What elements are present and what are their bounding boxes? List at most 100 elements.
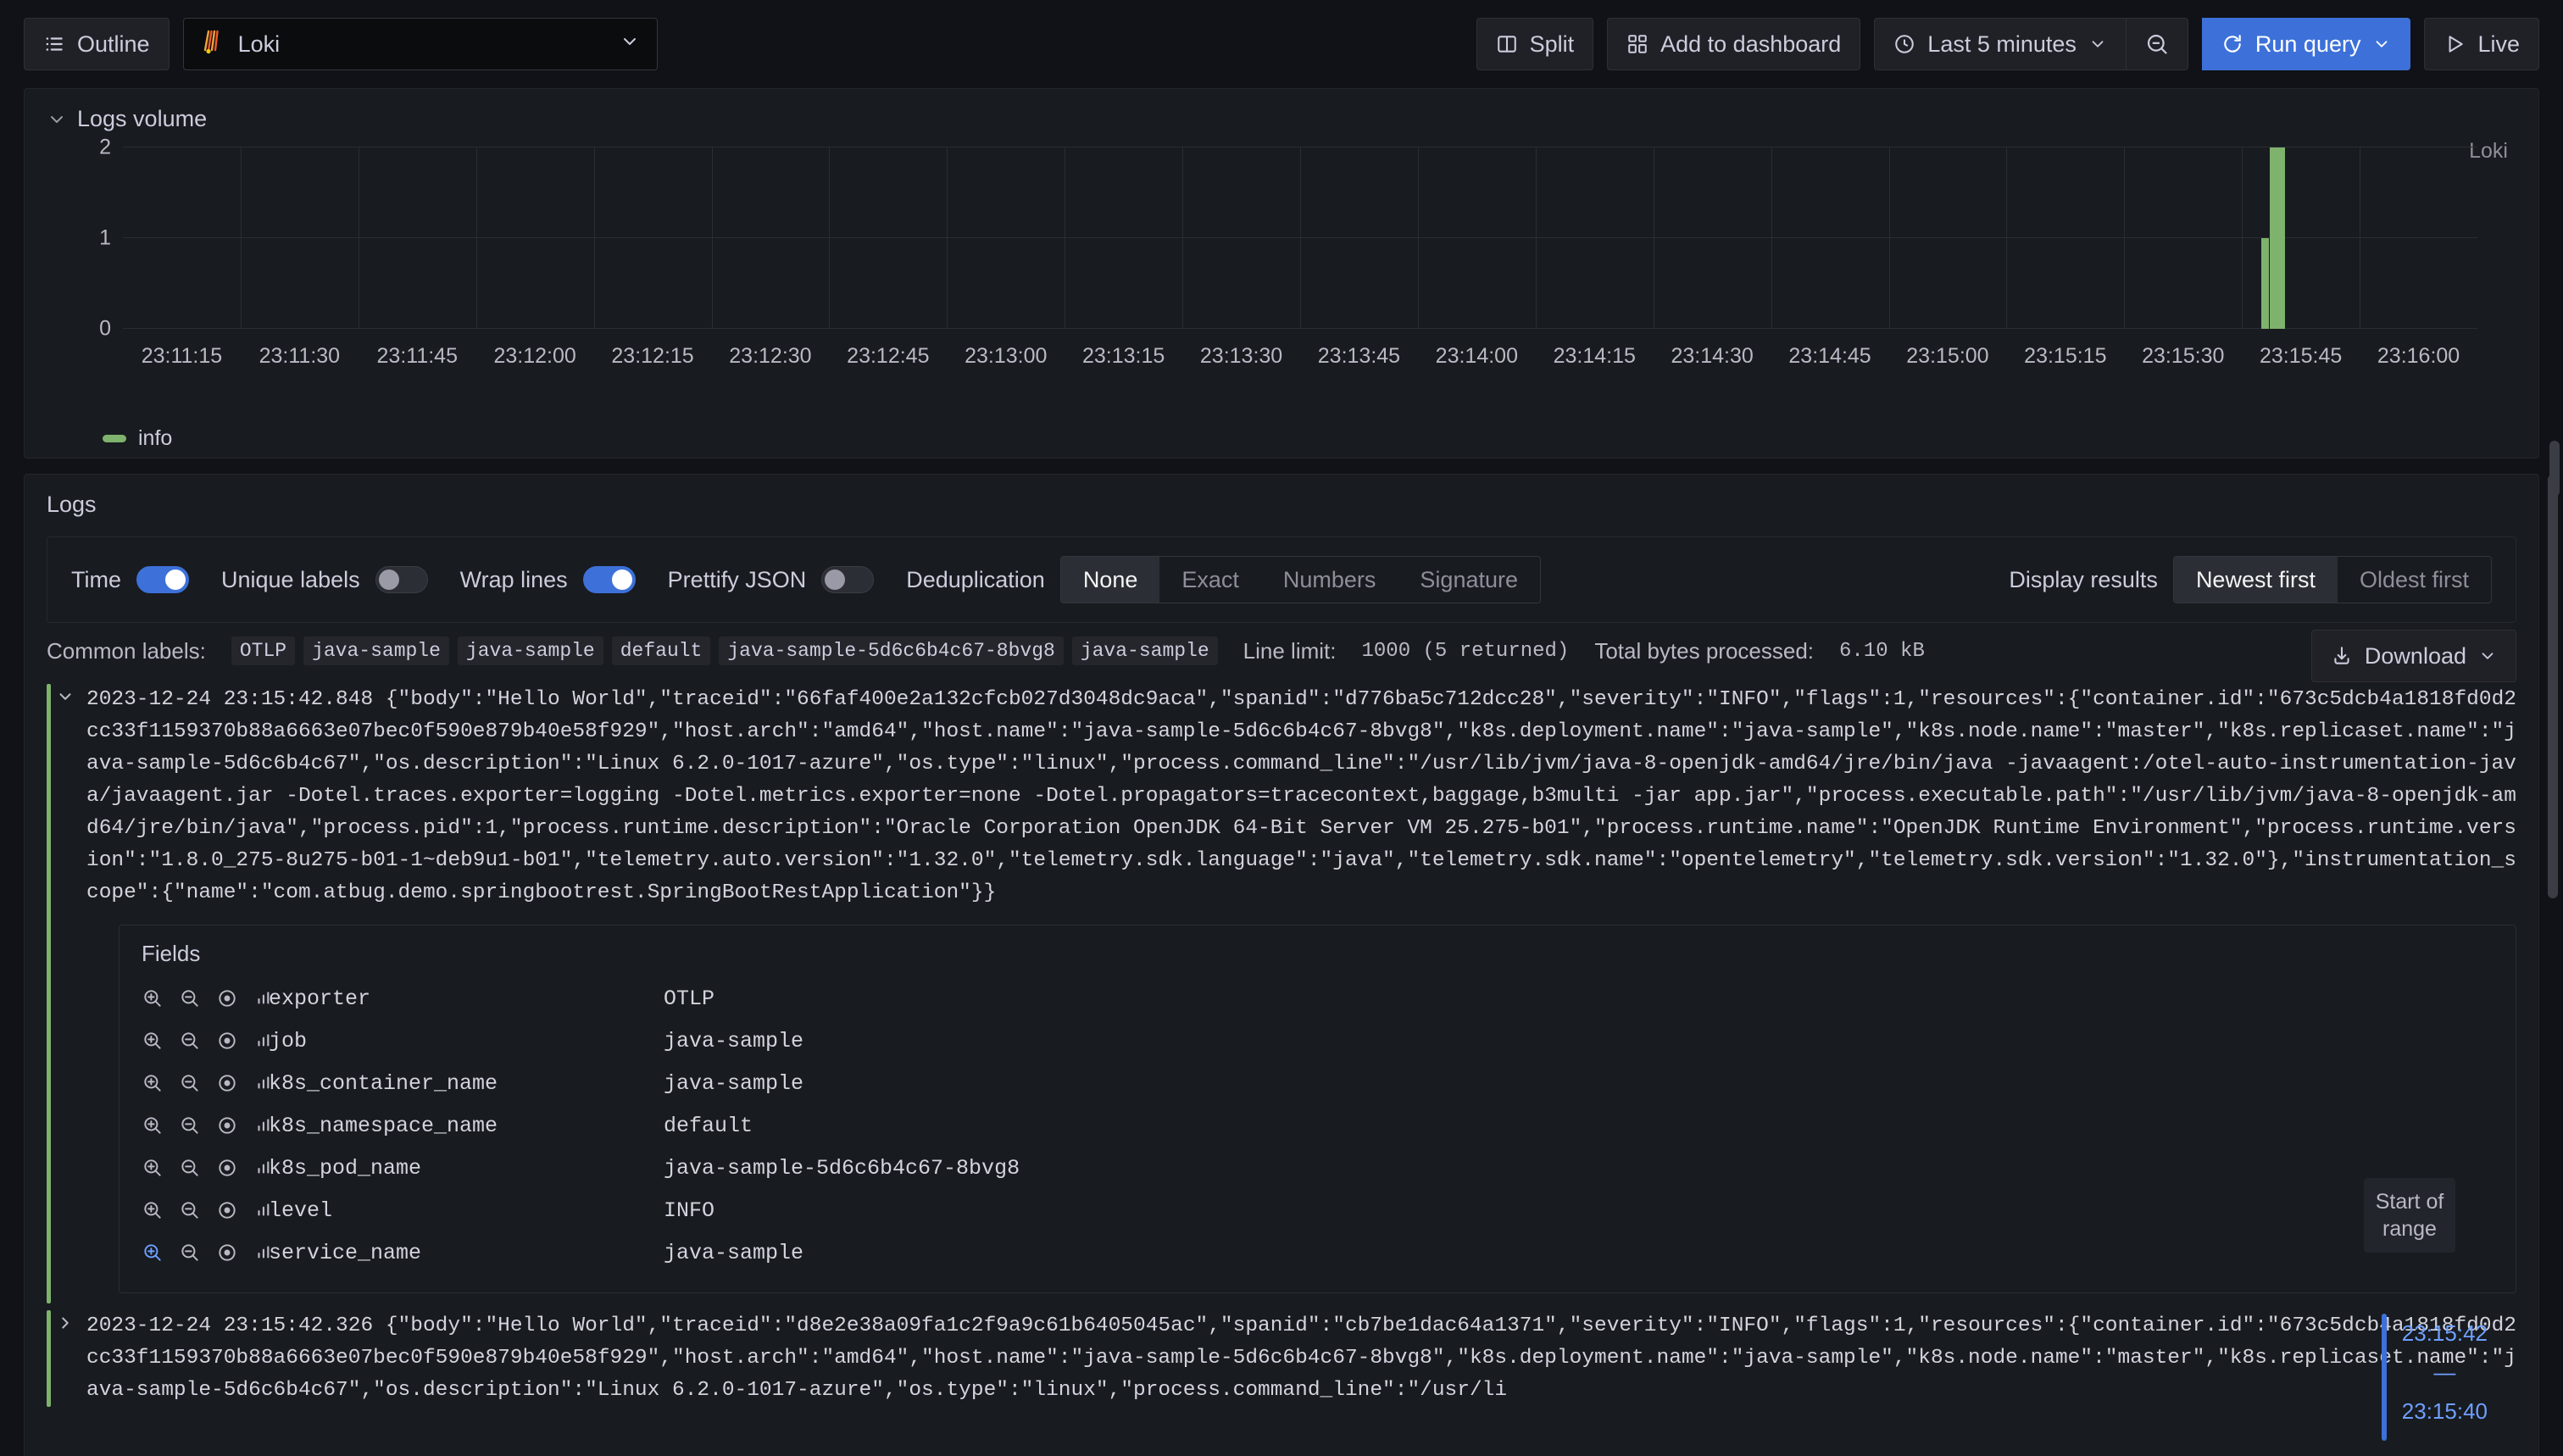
eye-toggle-icon[interactable] [216,1072,238,1094]
download-button[interactable]: Download [2310,630,2516,682]
wrap-lines-toggle[interactable] [582,566,636,593]
time-toggle[interactable] [136,566,189,593]
display-results-group: Display results Newest first Oldest first [2009,556,2492,603]
deduplication-radio-group[interactable]: None Exact Numbers Signature [1059,556,1542,603]
split-button[interactable]: Split [1476,18,1594,70]
field-row: service_name java-sample [142,1231,2494,1274]
logs-controls: Time Unique labels Wrap lines Prettify J… [47,536,2516,623]
common-label-chip[interactable]: OTLP [231,636,296,665]
prettify-json-toggle[interactable] [821,566,875,593]
common-label-chip[interactable]: java-sample-5d6c6b4c67-8bvg8 [719,636,1064,665]
order-option-oldest-first[interactable]: Oldest first [2338,557,2491,603]
filter-out-value-icon[interactable] [179,1072,201,1094]
eye-toggle-icon[interactable] [216,1157,238,1179]
field-value: java-sample [664,1240,804,1265]
unique-labels-toggle[interactable] [375,566,428,593]
log-row[interactable]: 2023-12-24 23:15:42.848 {"body":"Hello W… [47,677,2516,1303]
common-label-chip[interactable]: default [611,636,711,665]
datasource-picker[interactable]: Loki [182,18,658,70]
toggle-knob [825,570,846,590]
filter-for-value-icon[interactable] [142,1242,164,1264]
logs-volume-title: Logs volume [77,106,208,131]
filter-for-value-icon[interactable] [142,1157,164,1179]
field-row: level INFO [142,1189,2494,1231]
filter-out-value-icon[interactable] [179,1030,201,1052]
display-results-radio-group[interactable]: Newest first Oldest first [2172,556,2492,603]
filter-out-value-icon[interactable] [179,1114,201,1136]
common-label-chip[interactable]: java-sample [303,636,449,665]
log-expand-caret[interactable] [51,1310,80,1407]
dedup-option-numbers[interactable]: Numbers [1261,557,1398,603]
eye-toggle-icon[interactable] [216,1242,238,1264]
chart-gridline-vertical [1535,147,1537,329]
log-rows-container: 2023-12-24 23:15:42.848 {"body":"Hello W… [25,677,2538,1424]
field-value: INFO [664,1198,715,1223]
dedup-option-none[interactable]: None [1060,557,1160,603]
dedup-option-signature[interactable]: Signature [1398,557,1540,603]
filter-for-value-icon[interactable] [142,1030,164,1052]
outline-button[interactable]: Outline [24,18,170,70]
eye-toggle-icon[interactable] [216,987,238,1009]
field-action-icons [142,1199,270,1221]
refresh-icon [2221,33,2243,55]
chart-x-tick-label: 23:11:15 [141,344,223,368]
dedup-option-exact[interactable]: Exact [1159,557,1261,603]
chart-x-tick-label: 23:15:45 [2259,344,2343,368]
line-limit-label: Line limit: [1243,637,1337,664]
chevron-down-icon[interactable] [47,109,67,130]
chart-x-tick-label: 23:14:45 [1788,344,1871,368]
time-range-picker[interactable]: Last 5 minutes [1874,18,2126,70]
filter-out-value-icon[interactable] [179,1157,201,1179]
filter-out-value-icon[interactable] [179,987,201,1009]
log-row[interactable]: 2023-12-24 23:15:42.326 {"body":"Hello W… [47,1303,2516,1407]
eye-toggle-icon[interactable] [216,1030,238,1052]
log-line-content[interactable]: 2023-12-24 23:15:42.326 {"body":"Hello W… [80,1310,2516,1407]
chart-gridline-vertical [475,147,477,329]
order-option-newest-first[interactable]: Newest first [2173,557,2338,603]
filter-for-value-icon[interactable] [142,1199,164,1221]
outline-button-label: Outline [77,31,150,57]
legend-swatch-info [103,435,126,442]
log-line-content[interactable]: 2023-12-24 23:15:42.848 {"body":"Hello W… [80,684,2516,909]
filter-out-value-icon[interactable] [179,1242,201,1264]
log-collapse-caret[interactable] [51,684,80,1303]
zoom-out-time-button[interactable] [2125,18,2188,70]
chevron-down-icon [620,31,640,58]
filter-for-value-icon[interactable] [142,987,164,1009]
field-action-icons [142,1242,270,1264]
chart-plot-area[interactable]: 0 1 2 23:11:15 23:11:30 23:11:45 23:12:00 23:12… [99,136,2477,368]
field-action-icons [142,1072,270,1094]
logs-panel: Logs Time Unique labels Wrap lines Prett… [24,474,2539,1456]
filter-for-value-icon[interactable] [142,1072,164,1094]
logs-volume-header[interactable]: Logs volume [25,89,2538,136]
chart-legend[interactable]: info [103,426,172,451]
wrap-lines-toggle-group: Wrap lines [460,566,636,593]
chevron-down-icon [2478,647,2497,665]
split-icon [1496,33,1518,55]
common-labels-chips: OTLP java-sample java-sample default java-sa… [231,636,1218,665]
field-key: exporter [269,986,371,1011]
grafana-explore-page: Outline Loki Split Add to dashboard Last… [0,0,2563,1456]
eye-toggle-icon[interactable] [216,1199,238,1221]
chart-bar[interactable] [2277,147,2285,329]
eye-toggle-icon[interactable] [216,1114,238,1136]
filter-for-value-icon[interactable] [142,1114,164,1136]
run-query-button[interactable]: Run query [2201,18,2411,70]
common-label-chip[interactable]: java-sample [457,636,603,665]
chart-bar[interactable] [2269,147,2277,329]
chart-x-tick-label: 23:11:45 [376,344,458,368]
range-start-time: 23:15:42 [2401,1320,2488,1346]
scrollbar-track[interactable] [2546,475,2560,1449]
live-tail-button[interactable]: Live [2424,18,2539,70]
logs-volume-chart[interactable]: Loki 0 1 2 23:11:15 23:11:30 23:11:45 23:12:00… [25,136,2538,458]
scrollbar-thumb[interactable] [2548,475,2558,898]
chart-bar[interactable] [2261,238,2270,329]
logs-volume-panel: Logs volume Loki 0 1 2 23:11:15 23:11:30 23:1… [24,88,2539,458]
chart-x-tick-label: 23:15:15 [2024,344,2107,368]
add-to-dashboard-button[interactable]: Add to dashboard [1607,18,1861,70]
chart-gridline-vertical [1417,147,1419,329]
chart-gridline-vertical [1888,147,1890,329]
chart-x-tick-label: 23:11:30 [259,344,341,368]
common-label-chip[interactable]: java-sample [1071,636,1218,665]
filter-out-value-icon[interactable] [179,1199,201,1221]
